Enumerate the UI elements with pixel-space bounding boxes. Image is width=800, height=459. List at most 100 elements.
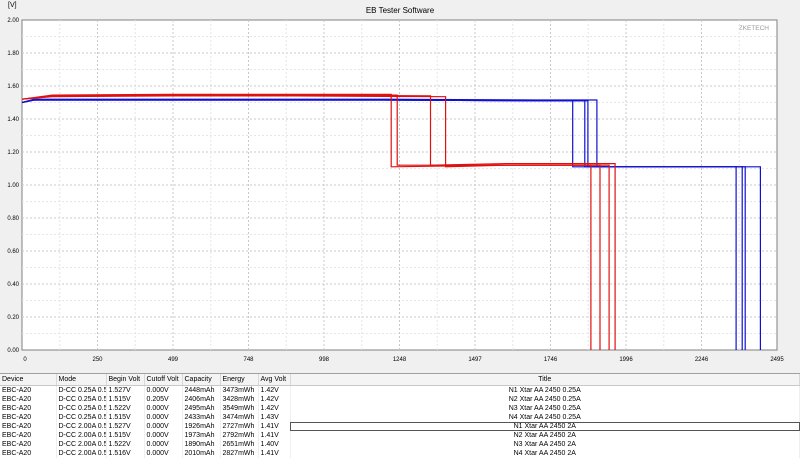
table-cell: EBC-A20	[0, 395, 57, 404]
y-tick-label: 1.80	[7, 51, 19, 57]
y-tick-label: 1.00	[7, 183, 19, 189]
table-cell: 1.515V	[106, 395, 145, 404]
table-cell: N3 Xtar AA 2450 0.25A	[290, 404, 800, 413]
results-panel: Device Mode Begin Volt Cutoff Volt Capacity E…	[0, 373, 800, 459]
table-row[interactable]: EBC-A20D-CC 0.25A 0.50V1.522V0.000V2495m…	[0, 404, 800, 413]
table-cell: 1.522V	[106, 440, 145, 449]
column-header-capacity[interactable]: Capacity	[182, 374, 221, 386]
table-cell: 1.515V	[106, 413, 145, 422]
table-row[interactable]: EBC-A20D-CC 2.00A 0.50V1.522V0.000V1890m…	[0, 440, 800, 449]
table-body: EBC-A20D-CC 0.25A 0.50V1.527V0.000V2448m…	[0, 385, 800, 458]
table-cell: EBC-A20	[0, 449, 57, 458]
results-table[interactable]: Device Mode Begin Volt Cutoff Volt Capacity E…	[0, 374, 800, 458]
table-cell: D-CC 0.25A 0.50V	[56, 395, 107, 404]
table-cell: 1.522V	[106, 404, 145, 413]
y-tick-label: 1.40	[7, 117, 19, 123]
table-cell: EBC-A20	[0, 385, 57, 395]
table-cell: 3428mWh	[220, 395, 259, 404]
table-cell: N4 Xtar AA 2450 0.25A	[290, 413, 800, 422]
table-cell: 1890mAh	[182, 440, 221, 449]
table-cell: 1.42V	[258, 404, 291, 413]
table-row[interactable]: EBC-A20D-CC 2.00A 0.50V1.516V0.000V2010m…	[0, 449, 800, 458]
table-cell: D-CC 2.00A 0.50V	[56, 431, 107, 440]
column-header-energy[interactable]: Energy	[220, 374, 259, 386]
table-cell: D-CC 0.25A 0.50V	[56, 385, 107, 395]
table-cell: N1 Xtar AA 2450 2A	[290, 422, 800, 431]
x-tick-label: 998	[319, 357, 330, 363]
table-cell: 1973mAh	[182, 431, 221, 440]
table-cell: D-CC 2.00A 0.50V	[56, 449, 107, 458]
x-tick-label: 2246	[695, 357, 709, 363]
table-cell: 0.000V	[144, 422, 183, 431]
table-cell: 0.205V	[144, 395, 183, 404]
chart-area: EB Tester Software [V] ZKETECH 0.00 0.20 0…	[0, 0, 800, 372]
table-cell: N2 Xtar AA 2450 0.25A	[290, 395, 800, 404]
column-header-cutoff-volt[interactable]: Cutoff Volt	[144, 374, 183, 386]
column-header-avg-volt[interactable]: Avg Volt	[258, 374, 291, 386]
table-cell: 2010mAh	[182, 449, 221, 458]
table-cell: 2727mWh	[220, 422, 259, 431]
table-cell: 0.000V	[144, 431, 183, 440]
table-header-row: Device Mode Begin Volt Cutoff Volt Capacity E…	[0, 374, 800, 386]
table-cell: 2827mWh	[220, 449, 259, 458]
table-cell: EBC-A20	[0, 440, 57, 449]
table-cell: 2495mAh	[182, 404, 221, 413]
x-tick-label: 499	[168, 357, 179, 363]
table-cell: D-CC 2.00A 0.50V	[56, 422, 107, 431]
table-row[interactable]: EBC-A20D-CC 0.25A 0.50V1.515V0.000V2433m…	[0, 413, 800, 422]
table-cell: 1.42V	[258, 395, 291, 404]
y-tick-label: 0.20	[7, 315, 19, 321]
table-cell: 2448mAh	[182, 385, 221, 395]
table-cell: EBC-A20	[0, 413, 57, 422]
table-row[interactable]: EBC-A20D-CC 0.25A 0.50V1.527V0.000V2448m…	[0, 385, 800, 395]
y-tick-label: 2.00	[7, 18, 19, 24]
x-tick-label: 1746	[544, 357, 558, 363]
y-tick-label: 1.60	[7, 84, 19, 90]
table-cell: 1.515V	[106, 431, 145, 440]
table-cell: 1.41V	[258, 449, 291, 458]
y-tick-label: 0.00	[7, 348, 19, 354]
table-cell: 1.41V	[258, 431, 291, 440]
x-tick-label: 1996	[619, 357, 633, 363]
table-cell: 1.40V	[258, 440, 291, 449]
table-cell: N4 Xtar AA 2450 2A	[290, 449, 800, 458]
column-header-device[interactable]: Device	[0, 374, 57, 386]
table-row[interactable]: EBC-A20D-CC 2.00A 0.50V1.515V0.000V1973m…	[0, 431, 800, 440]
table-cell: N1 Xtar AA 2450 0.25A	[290, 385, 800, 395]
table-cell: EBC-A20	[0, 431, 57, 440]
voltage-chart[interactable]: EB Tester Software [V] ZKETECH 0.00 0.20 0…	[0, 0, 800, 372]
table-cell: 0.000V	[144, 449, 183, 458]
x-tick-label: 1497	[468, 357, 482, 363]
y-tick-label: 0.40	[7, 282, 19, 288]
y-tick-label: 1.20	[7, 150, 19, 156]
x-tick-label: 748	[243, 357, 254, 363]
table-cell: 3549mWh	[220, 404, 259, 413]
table-cell: D-CC 2.00A 0.50V	[56, 440, 107, 449]
chart-title: EB Tester Software	[366, 6, 435, 15]
table-cell: 1.43V	[258, 413, 291, 422]
table-cell: EBC-A20	[0, 422, 57, 431]
table-cell: 2406mAh	[182, 395, 221, 404]
y-tick-label: 0.80	[7, 216, 19, 222]
table-cell: 0.000V	[144, 385, 183, 395]
chart-watermark: ZKETECH	[739, 25, 770, 32]
x-tick-label: 2495	[770, 357, 784, 363]
x-tick-label: 250	[92, 357, 103, 363]
table-cell: 2792mWh	[220, 431, 259, 440]
table-cell: 0.000V	[144, 404, 183, 413]
table-cell: 2651mWh	[220, 440, 259, 449]
x-tick-label: 0	[23, 357, 27, 363]
table-cell: 3473mWh	[220, 385, 259, 395]
column-header-mode[interactable]: Mode	[56, 374, 107, 386]
table-row[interactable]: EBC-A20D-CC 2.00A 0.50V1.527V0.000V1926m…	[0, 422, 800, 431]
y-axis-unit-label: [V]	[8, 2, 17, 9]
table-cell: N3 Xtar AA 2450 2A	[290, 440, 800, 449]
column-header-begin-volt[interactable]: Begin Volt	[106, 374, 145, 386]
table-cell: 0.000V	[144, 413, 183, 422]
table-cell: D-CC 0.25A 0.50V	[56, 404, 107, 413]
x-tick-label: 1248	[393, 357, 407, 363]
table-cell: 1926mAh	[182, 422, 221, 431]
column-header-title[interactable]: Title	[290, 374, 800, 386]
table-cell: 1.527V	[106, 385, 145, 395]
table-row[interactable]: EBC-A20D-CC 0.25A 0.50V1.515V0.205V2406m…	[0, 395, 800, 404]
